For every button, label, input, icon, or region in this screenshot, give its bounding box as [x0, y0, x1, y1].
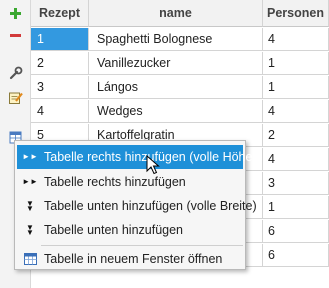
- double-arrow-down-icon: ▼ ▼: [26, 223, 34, 237]
- column-header-rezept[interactable]: Rezept: [31, 0, 89, 27]
- cell-personen[interactable]: 1: [263, 196, 329, 219]
- cell-personen[interactable]: 1: [263, 52, 329, 75]
- cell-personen[interactable]: 2: [263, 124, 329, 147]
- context-menu: ►► Tabelle rechts hinzufügen (volle Höhe…: [14, 140, 257, 271]
- table-row[interactable]: 2 Vanillezucker 1: [31, 52, 329, 76]
- settings-button[interactable]: [6, 64, 25, 83]
- cell-rezept[interactable]: 1: [31, 28, 89, 51]
- cell-personen[interactable]: 6: [263, 220, 329, 243]
- double-arrow-right-icon: ►►: [22, 177, 38, 186]
- menu-item-label: Tabelle unten hinzufügen: [44, 223, 184, 237]
- edit-button[interactable]: [6, 88, 25, 107]
- column-header-personen[interactable]: Personen: [263, 0, 329, 27]
- window-icon: [23, 247, 37, 271]
- double-arrow-right-icon: ►►: [22, 152, 38, 161]
- menu-item-open-in-new-window[interactable]: Tabelle in neuem Fenster öffnen: [17, 247, 243, 271]
- cell-name[interactable]: Wedges: [89, 100, 263, 123]
- cell-name[interactable]: Vanillezucker: [89, 52, 263, 75]
- menu-separator: [41, 245, 243, 246]
- cell-name[interactable]: Spaghetti Bolognese: [89, 28, 263, 51]
- cell-rezept[interactable]: 3: [31, 76, 89, 99]
- menu-item-label: Tabelle rechts hinzufügen: [44, 175, 186, 189]
- mouse-cursor-icon: [146, 155, 160, 175]
- table-row[interactable]: 1 Spaghetti Bolognese 4: [31, 28, 329, 52]
- menu-item-add-below-full-width[interactable]: ▼ ▼ Tabelle unten hinzufügen (volle Breit…: [17, 194, 257, 218]
- menu-item-add-below[interactable]: ▼ ▼ Tabelle unten hinzufügen: [17, 218, 243, 242]
- edit-icon: [9, 92, 23, 104]
- double-arrow-down-icon: ▼ ▼: [26, 199, 34, 213]
- cell-name[interactable]: Lángos: [89, 76, 263, 99]
- table-header: Rezept name Personen: [31, 0, 329, 27]
- table-row[interactable]: 3 Lángos 1: [31, 76, 329, 100]
- cell-rezept[interactable]: 2: [31, 52, 89, 75]
- menu-item-add-right-full-height[interactable]: ►► Tabelle rechts hinzufügen (volle Höhe…: [17, 145, 257, 169]
- wrench-icon: [9, 66, 23, 80]
- add-icon: [10, 8, 21, 19]
- menu-item-label: Tabelle unten hinzufügen (volle Breite): [44, 199, 257, 213]
- remove-row-button[interactable]: [6, 26, 25, 45]
- remove-icon: [10, 34, 21, 37]
- cell-personen[interactable]: 4: [263, 100, 329, 123]
- table-row[interactable]: 4 Wedges 4: [31, 100, 329, 124]
- cell-personen[interactable]: 4: [263, 148, 329, 171]
- menu-item-label: Tabelle in neuem Fenster öffnen: [44, 252, 223, 266]
- cell-personen[interactable]: 3: [263, 172, 329, 195]
- column-header-name[interactable]: name: [89, 0, 263, 27]
- cell-personen[interactable]: 1: [263, 76, 329, 99]
- cell-personen[interactable]: 4: [263, 28, 329, 51]
- cell-personen[interactable]: 6: [263, 244, 329, 267]
- add-row-button[interactable]: [6, 4, 25, 23]
- menu-item-add-right[interactable]: ►► Tabelle rechts hinzufügen: [17, 170, 243, 194]
- cell-rezept[interactable]: 4: [31, 100, 89, 123]
